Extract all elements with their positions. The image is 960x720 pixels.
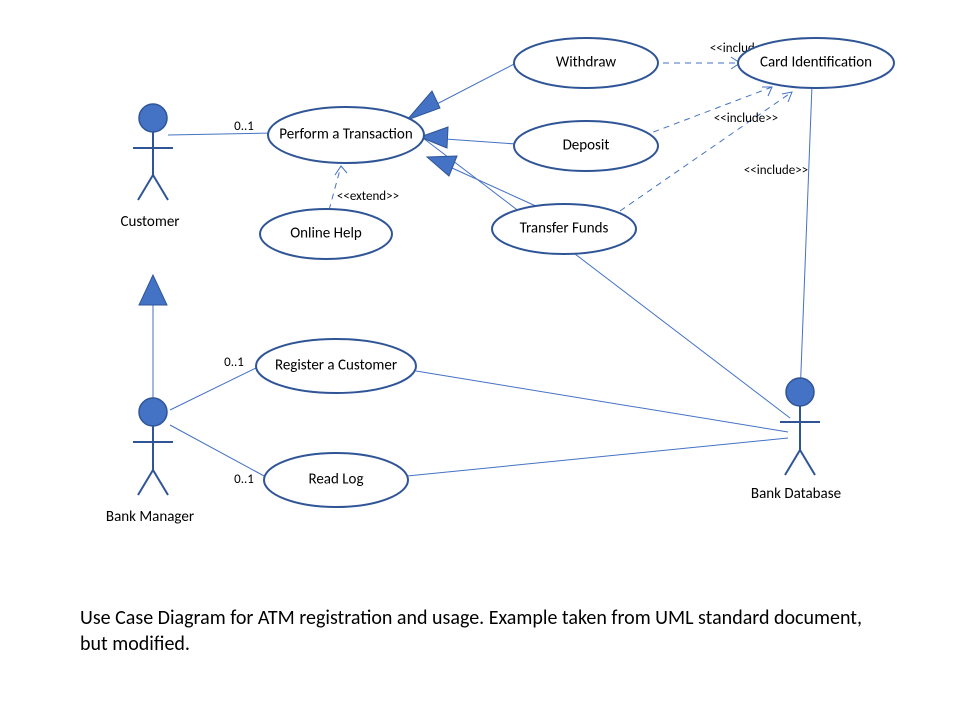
usecase-online-help-label: Online Help — [290, 225, 362, 243]
gen-withdraw-perform — [433, 63, 516, 106]
usecase-read-log-label: Read Log — [308, 471, 363, 489]
actor-bank-database — [780, 378, 820, 475]
usecase-card-identification-label: Card Identification — [760, 54, 872, 72]
mult-manager-register: 0..1 — [224, 355, 244, 370]
gen-arrow-withdraw — [407, 91, 440, 120]
gen-transfer-perform — [452, 168, 538, 207]
label-include-2: <<include>> — [714, 111, 778, 126]
label-extend: <<extend>> — [337, 189, 399, 204]
include-arrow-deposit — [762, 87, 772, 96]
gen-arrow-manager — [139, 275, 167, 305]
assoc-manager-register — [170, 366, 260, 410]
gen-arrow-transfer — [427, 156, 457, 176]
actor-bank-manager — [133, 398, 173, 495]
usecase-withdraw-label: Withdraw — [556, 54, 617, 72]
assoc-db-register — [416, 371, 788, 432]
assoc-manager-readlog — [170, 425, 266, 477]
usecase-register-customer-label: Register a Customer — [275, 357, 397, 375]
mult-customer-perform: 0..1 — [234, 119, 254, 134]
actor-customer — [133, 104, 173, 200]
usecase-transfer-funds-label: Transfer Funds — [520, 220, 609, 238]
label-include-3: <<include>> — [744, 163, 808, 178]
gen-deposit-perform — [445, 139, 516, 144]
assoc-customer-perform — [168, 133, 273, 135]
actor-customer-label: Customer — [120, 213, 179, 231]
usecase-perform-transaction-label: Perform a Transaction — [279, 126, 412, 144]
usecase-deposit-label: Deposit — [563, 137, 610, 155]
assoc-db-readlog — [397, 438, 788, 477]
include-arrow-transfer — [782, 92, 792, 102]
actor-bank-database-label: Bank Database — [751, 485, 841, 503]
diagram-caption: Use Case Diagram for ATM registration an… — [80, 605, 880, 657]
mult-manager-readlog: 0..1 — [234, 472, 254, 487]
assoc-db-cardid — [800, 85, 812, 397]
actor-bank-manager-label: Bank Manager — [106, 508, 194, 526]
